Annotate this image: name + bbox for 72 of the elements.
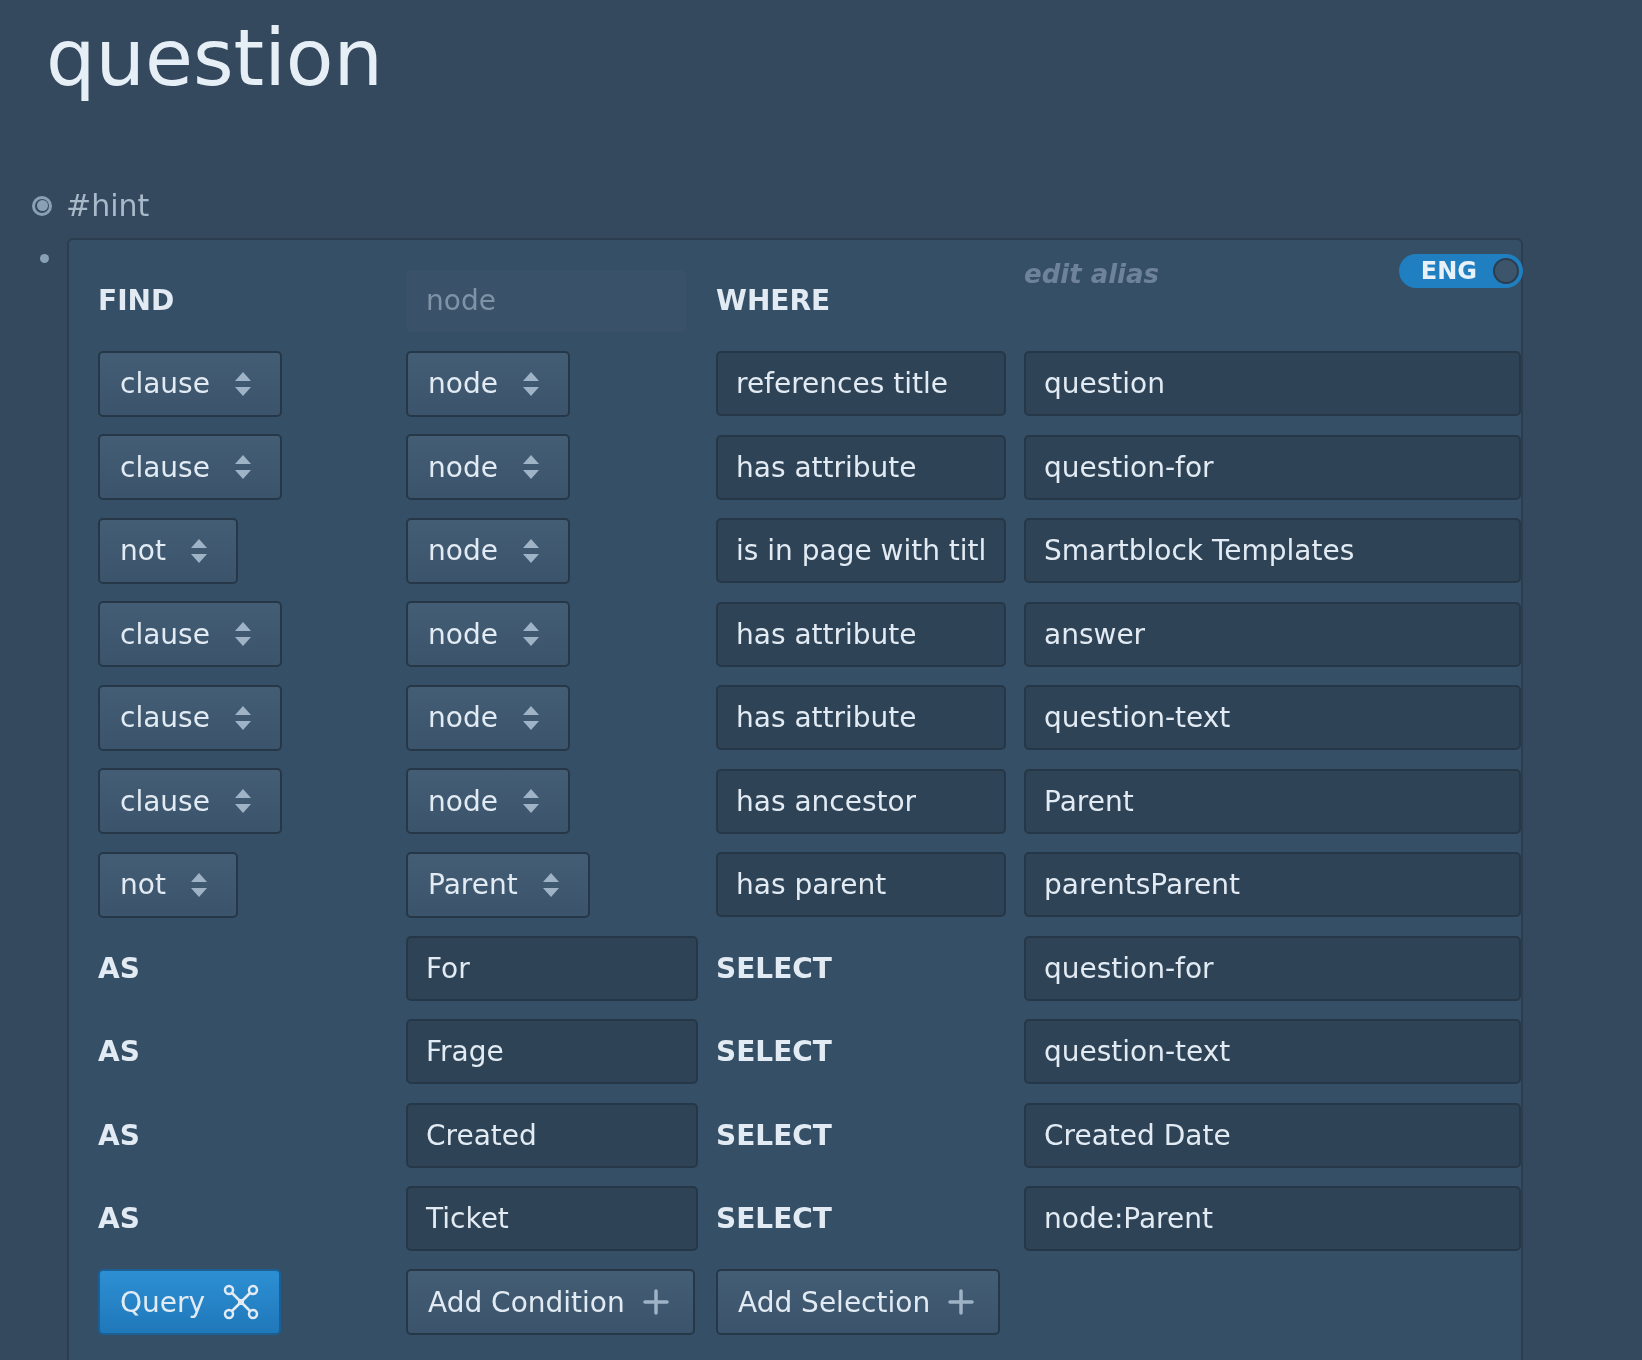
sort-arrows-icon [233, 454, 252, 480]
value-field[interactable]: question-for [1024, 434, 1521, 500]
dropdown-select[interactable]: clause [98, 601, 282, 667]
as-label: AS [98, 1118, 140, 1152]
graph-nodes-icon [223, 1284, 260, 1320]
as-label: AS [98, 1035, 140, 1068]
plus-icon [642, 1289, 669, 1315]
dropdown-select[interactable]: not [98, 851, 238, 918]
add-selection-button[interactable]: Add Selection [716, 1269, 1001, 1335]
plus-icon [948, 1289, 975, 1315]
dropdown-select[interactable]: node [406, 517, 570, 584]
where-label: WHERE [716, 284, 831, 317]
dropdown-select[interactable]: node [406, 434, 570, 500]
sort-arrows-icon [521, 788, 540, 814]
alias-input-field[interactable]: edit alias [1024, 254, 1284, 294]
value-field[interactable]: question [1024, 351, 1521, 416]
relation-field[interactable]: is in page with titl [716, 518, 1006, 583]
value-field[interactable]: parentsParent [1024, 852, 1521, 917]
add-condition-button[interactable]: Add Condition [406, 1269, 695, 1335]
collapsed-bullet-icon[interactable] [32, 195, 52, 216]
select-label: SELECT [716, 951, 832, 985]
value-field[interactable]: Smartblock Templates [1024, 518, 1521, 583]
as-label: AS [98, 951, 140, 985]
sort-arrows-icon [521, 621, 540, 647]
alias-field[interactable]: For [406, 935, 698, 1001]
select-label: SELECT [716, 1035, 832, 1068]
select-value-field[interactable]: question-text [1024, 1019, 1521, 1084]
dropdown-select[interactable]: not [98, 517, 238, 584]
alias-field[interactable]: Frage [406, 1019, 698, 1084]
sort-arrows-icon [521, 370, 540, 397]
select-label: SELECT [716, 1118, 832, 1152]
as-label: AS [98, 1202, 140, 1235]
block-tag[interactable]: #hint [66, 188, 150, 223]
sort-arrows-icon [541, 871, 560, 898]
sort-arrows-icon [189, 871, 208, 898]
find-label: FIND [98, 284, 175, 317]
sort-arrows-icon [521, 704, 540, 731]
dropdown-select[interactable]: node [406, 684, 570, 751]
relation-field[interactable]: references title [716, 351, 1006, 416]
dropdown-select[interactable]: clause [98, 434, 282, 500]
sort-arrows-icon [233, 788, 252, 814]
sort-arrows-icon [233, 370, 252, 397]
bullet-icon[interactable] [40, 254, 49, 263]
relation-field[interactable]: has attribute [716, 601, 1006, 667]
dropdown-select[interactable]: clause [98, 768, 282, 834]
dropdown-select[interactable]: node [406, 768, 570, 834]
select-value-field[interactable]: Created Date [1024, 1102, 1521, 1168]
value-field[interactable]: question-text [1024, 685, 1521, 750]
page-title: question [45, 12, 384, 105]
value-field[interactable]: Parent [1024, 768, 1521, 834]
dropdown-select[interactable]: clause [98, 684, 282, 751]
dropdown-select[interactable]: node [406, 350, 570, 417]
select-value-field[interactable]: question-for [1024, 935, 1521, 1001]
relation-field[interactable]: has attribute [716, 685, 1006, 750]
alias-field[interactable]: Created [406, 1102, 698, 1168]
dropdown-select[interactable]: Parent [406, 851, 590, 918]
relation-field[interactable]: has ancestor [716, 768, 1006, 834]
sort-arrows-icon [233, 621, 252, 647]
value-field[interactable]: answer [1024, 601, 1521, 667]
find-input-field[interactable]: node [406, 269, 686, 332]
language-toggle[interactable]: ENG [1398, 254, 1523, 288]
sort-arrows-icon [521, 454, 540, 480]
dropdown-select[interactable]: clause [98, 350, 282, 417]
alias-field[interactable]: Ticket [406, 1186, 698, 1251]
sort-arrows-icon [521, 537, 540, 564]
relation-field[interactable]: has parent [716, 852, 1006, 917]
sort-arrows-icon [233, 704, 252, 731]
select-value-field[interactable]: node:Parent [1024, 1186, 1521, 1251]
relation-field[interactable]: has attribute [716, 434, 1006, 500]
select-label: SELECT [716, 1202, 832, 1235]
dropdown-select[interactable]: node [406, 601, 570, 667]
sort-arrows-icon [189, 537, 208, 564]
